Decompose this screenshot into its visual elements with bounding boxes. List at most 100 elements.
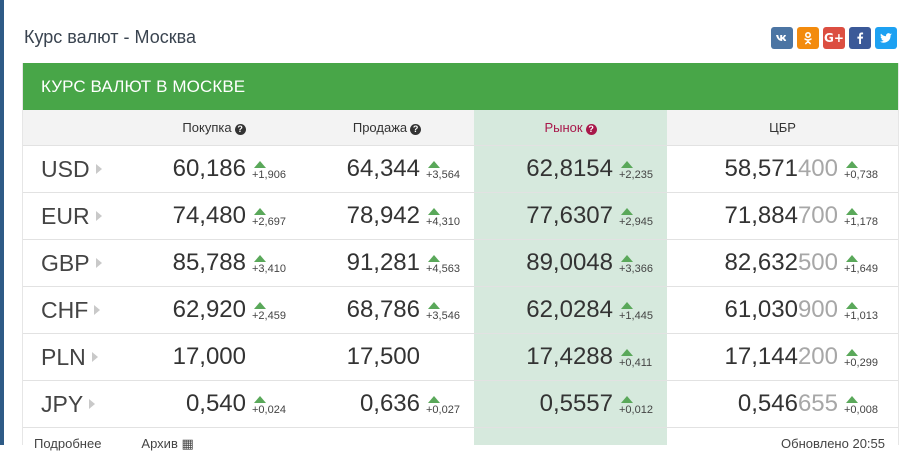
cbr-value: 0,546655 [738,390,838,417]
sell-value: 0,636 [359,390,420,417]
arrow-up-icon [428,161,440,168]
updated-time: Обновлено 20:55 [781,436,885,451]
vk-icon[interactable] [771,27,793,49]
cbr-value: 58,571400 [725,155,838,182]
currency-code: PLN [41,343,86,370]
buy-value: 85,788 [172,249,246,276]
delta-value: +0,027 [426,404,460,416]
header-market: Рынок? [474,110,667,146]
sell-value: 68,786 [346,296,420,323]
cbr-value-extra-digits: 900 [797,296,838,323]
delta-value: +2,697 [252,216,286,228]
delta-value: +1,649 [844,263,878,275]
buy-value: 74,480 [172,202,246,229]
header-cbr: ЦБР [667,110,898,146]
arrow-up-icon [428,255,440,262]
delta-value: +3,546 [426,310,460,322]
currency-cell[interactable]: USD [23,145,128,193]
delta: +4,563 [426,255,466,275]
archive-link[interactable]: Архив ▦ [141,436,193,452]
delta: +0,411 [619,349,659,369]
market-value: 17,4288 [526,343,613,370]
buy-cell: 62,920 +2,459 [128,286,300,334]
delta: +0,027 [426,396,466,416]
cbr-value-extra-digits: 700 [797,202,838,229]
caret-right-icon [89,398,96,409]
currency-code: CHF [41,296,89,323]
facebook-icon[interactable] [849,27,871,49]
left-edge-bar [0,0,4,445]
delta: +1,649 [844,255,884,275]
header-cbr-label: ЦБР [769,120,796,135]
buy-cell: 74,480 +2,697 [128,192,300,240]
currency-cell[interactable]: JPY [23,380,128,428]
market-value: 0,5557 [539,390,613,417]
delta-value: +0,738 [844,169,878,181]
delta-value: +1,013 [844,310,878,322]
delta: +2,945 [619,208,659,228]
help-icon[interactable]: ? [234,124,246,135]
caret-right-icon [95,163,102,174]
buy-value: 60,186 [172,155,246,182]
sell-cell: 17,500 [300,333,474,381]
currency-cell[interactable]: PLN [23,333,128,381]
help-icon[interactable]: ? [410,124,422,135]
currency-cell[interactable]: EUR [23,192,128,240]
table-row: GBP 85,788 +3,410 91,281 +4,563 89,0048 +3,366… [23,239,898,287]
arrow-up-icon [621,302,633,309]
arrow-up-icon [846,349,858,356]
currency-code: USD [41,155,90,182]
caret-right-icon [95,257,102,268]
cbr-value-extra-digits: 500 [797,249,838,276]
arrow-up-icon [428,302,440,309]
buy-value: 62,920 [172,296,246,323]
delta: +3,546 [426,302,466,322]
sell-cell: 64,344 +3,564 [300,145,474,193]
delta-value: +2,235 [619,169,653,181]
currency-cell[interactable]: GBP [23,239,128,287]
currency-cell[interactable]: CHF [23,286,128,334]
market-value: 62,0284 [526,296,613,323]
more-link[interactable]: Подробнее [34,436,101,452]
google-plus-icon[interactable]: G+ [823,27,845,49]
delta: +3,366 [619,255,659,275]
header-buy-label: Покупка [182,120,232,135]
help-icon[interactable]: ? [585,124,597,135]
delta-value: +0,012 [619,404,653,416]
arrow-up-icon [621,396,633,403]
market-cell: 62,0284 +1,445 [474,286,667,334]
arrow-up-icon [846,161,858,168]
cbr-cell: 71,884700 +1,178 [667,192,898,240]
page-title: Курс валют - Москва [24,27,196,47]
cbr-value: 17,144200 [725,343,838,370]
delta: +0,008 [844,396,884,416]
arrow-up-icon [428,396,440,403]
delta-value: +1,178 [844,216,878,228]
buy-cell: 60,186 +1,906 [128,145,300,193]
cbr-value-main: 58,571 [724,155,798,182]
delta-value: +4,563 [426,263,460,275]
delta-value: +3,410 [252,263,286,275]
delta-value: +3,564 [426,169,460,181]
delta: +0,024 [252,396,292,416]
cbr-value-extra-digits: 200 [797,343,838,370]
market-value: 62,8154 [526,155,613,182]
table-row: JPY 0,540 +0,024 0,636 +0,027 0,5557 +0,012 0,5… [23,380,898,428]
panel-header: КУРС ВАЛЮТ В МОСКВЕ [23,63,898,110]
currency-code: EUR [41,202,90,229]
buy-value: 0,540 [185,390,246,417]
twitter-icon[interactable] [875,27,897,49]
sell-value: 78,942 [346,202,420,229]
table-row: USD 60,186 +1,906 64,344 +3,564 62,8154 +2,235… [23,145,898,193]
caret-right-icon [94,304,101,315]
arrow-up-icon [846,255,858,262]
sell-value: 91,281 [346,249,420,276]
currency-code: JPY [41,390,84,417]
cbr-value-extra-digits: 655 [797,390,838,417]
header-sell-label: Продажа [352,120,408,135]
table-row: EUR 74,480 +2,697 78,942 +4,310 77,6307 +2,945… [23,192,898,240]
arrow-up-icon [254,255,266,262]
cbr-value-main: 17,144 [724,343,798,370]
odnoklassniki-icon[interactable] [797,27,819,49]
sell-value: 17,500 [346,343,420,370]
